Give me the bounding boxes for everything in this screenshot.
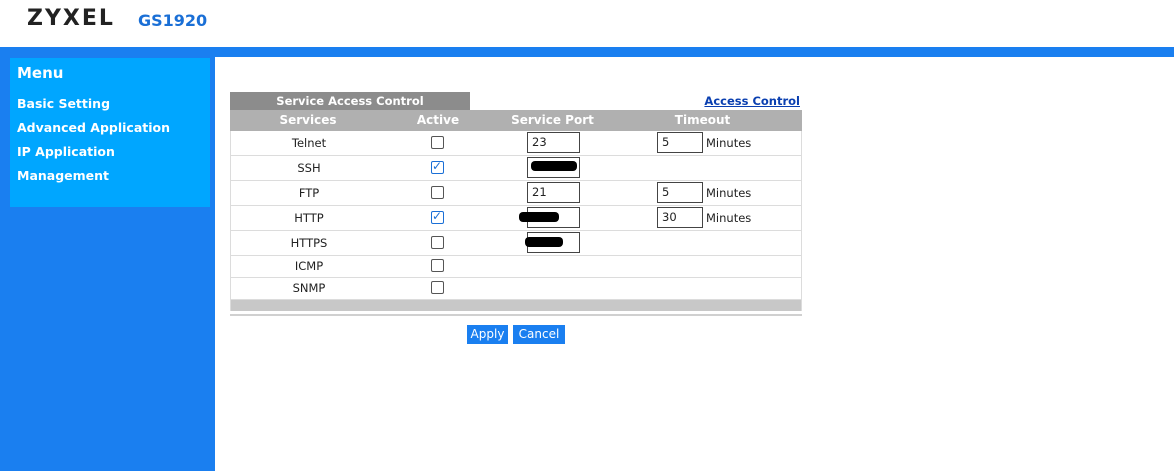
divider xyxy=(230,314,802,316)
top-header: ZYXEL GS1920 xyxy=(0,0,1174,47)
access-control-link[interactable]: Access Control xyxy=(704,94,800,108)
active-checkbox[interactable] xyxy=(431,259,444,272)
timeout-unit: Minutes xyxy=(706,186,752,200)
active-checkbox[interactable] xyxy=(431,209,444,224)
timeout-input[interactable]: 5 xyxy=(657,132,703,153)
menu-title: Menu xyxy=(17,64,64,82)
menu-item-management[interactable]: Management xyxy=(17,168,109,183)
table-row-snmp: SNMP xyxy=(230,278,802,300)
menu-item-ip-application[interactable]: IP Application xyxy=(17,144,115,159)
table-row-https: HTTPS xyxy=(230,231,802,256)
tab-row: Service Access Control Access Control xyxy=(230,92,802,110)
service-name: HTTPS xyxy=(290,236,328,250)
redaction-mark xyxy=(525,237,563,247)
active-checkbox[interactable] xyxy=(431,281,444,294)
service-access-panel: Service Access Control Access Control Se… xyxy=(230,92,802,311)
table-row-ssh: SSH xyxy=(230,156,802,181)
header-band xyxy=(0,47,1174,57)
active-checkbox[interactable] xyxy=(431,236,444,249)
active-checkbox[interactable] xyxy=(431,186,444,199)
timeout-unit: Minutes xyxy=(706,136,752,150)
timeout-input[interactable]: 30 xyxy=(657,207,703,228)
table-footer xyxy=(230,300,802,311)
service-port-input[interactable]: 23 xyxy=(527,132,580,153)
menu-item-basic-setting[interactable]: Basic Setting xyxy=(17,96,110,111)
table-row-telnet: Telnet 23 5 Minutes xyxy=(230,131,802,156)
service-name: SNMP xyxy=(292,281,326,295)
col-active: Active xyxy=(416,113,460,127)
tab-service-access-control[interactable]: Service Access Control xyxy=(230,92,470,110)
timeout-input[interactable]: 5 xyxy=(657,182,703,203)
menu-item-advanced-application[interactable]: Advanced Application xyxy=(17,120,170,135)
active-checkbox[interactable] xyxy=(431,136,444,149)
cancel-button[interactable]: Cancel xyxy=(513,325,565,344)
col-services: Services xyxy=(279,113,337,127)
service-name: SSH xyxy=(297,161,321,175)
redaction-mark xyxy=(519,212,559,222)
active-checkbox[interactable] xyxy=(431,159,444,174)
apply-button[interactable]: Apply xyxy=(467,325,508,344)
brand-logo: ZYXEL xyxy=(27,6,115,31)
side-menu: Menu Basic Setting Advanced Application … xyxy=(10,58,210,207)
col-timeout: Timeout xyxy=(674,113,731,127)
service-port-input[interactable]: 21 xyxy=(527,182,580,203)
service-name: HTTP xyxy=(294,211,324,225)
table-header: Services Active Service Port Timeout xyxy=(230,110,802,131)
table-row-http: HTTP 30 Minutes xyxy=(230,206,802,231)
table-row-ftp: FTP 21 5 Minutes xyxy=(230,181,802,206)
service-name: FTP xyxy=(298,186,320,200)
model-name: GS1920 xyxy=(138,11,208,30)
table-row-icmp: ICMP xyxy=(230,256,802,278)
service-name: ICMP xyxy=(294,259,324,273)
service-name: Telnet xyxy=(291,136,327,150)
timeout-unit: Minutes xyxy=(706,211,752,225)
col-service-port: Service Port xyxy=(511,113,594,127)
redaction-mark xyxy=(531,161,577,171)
